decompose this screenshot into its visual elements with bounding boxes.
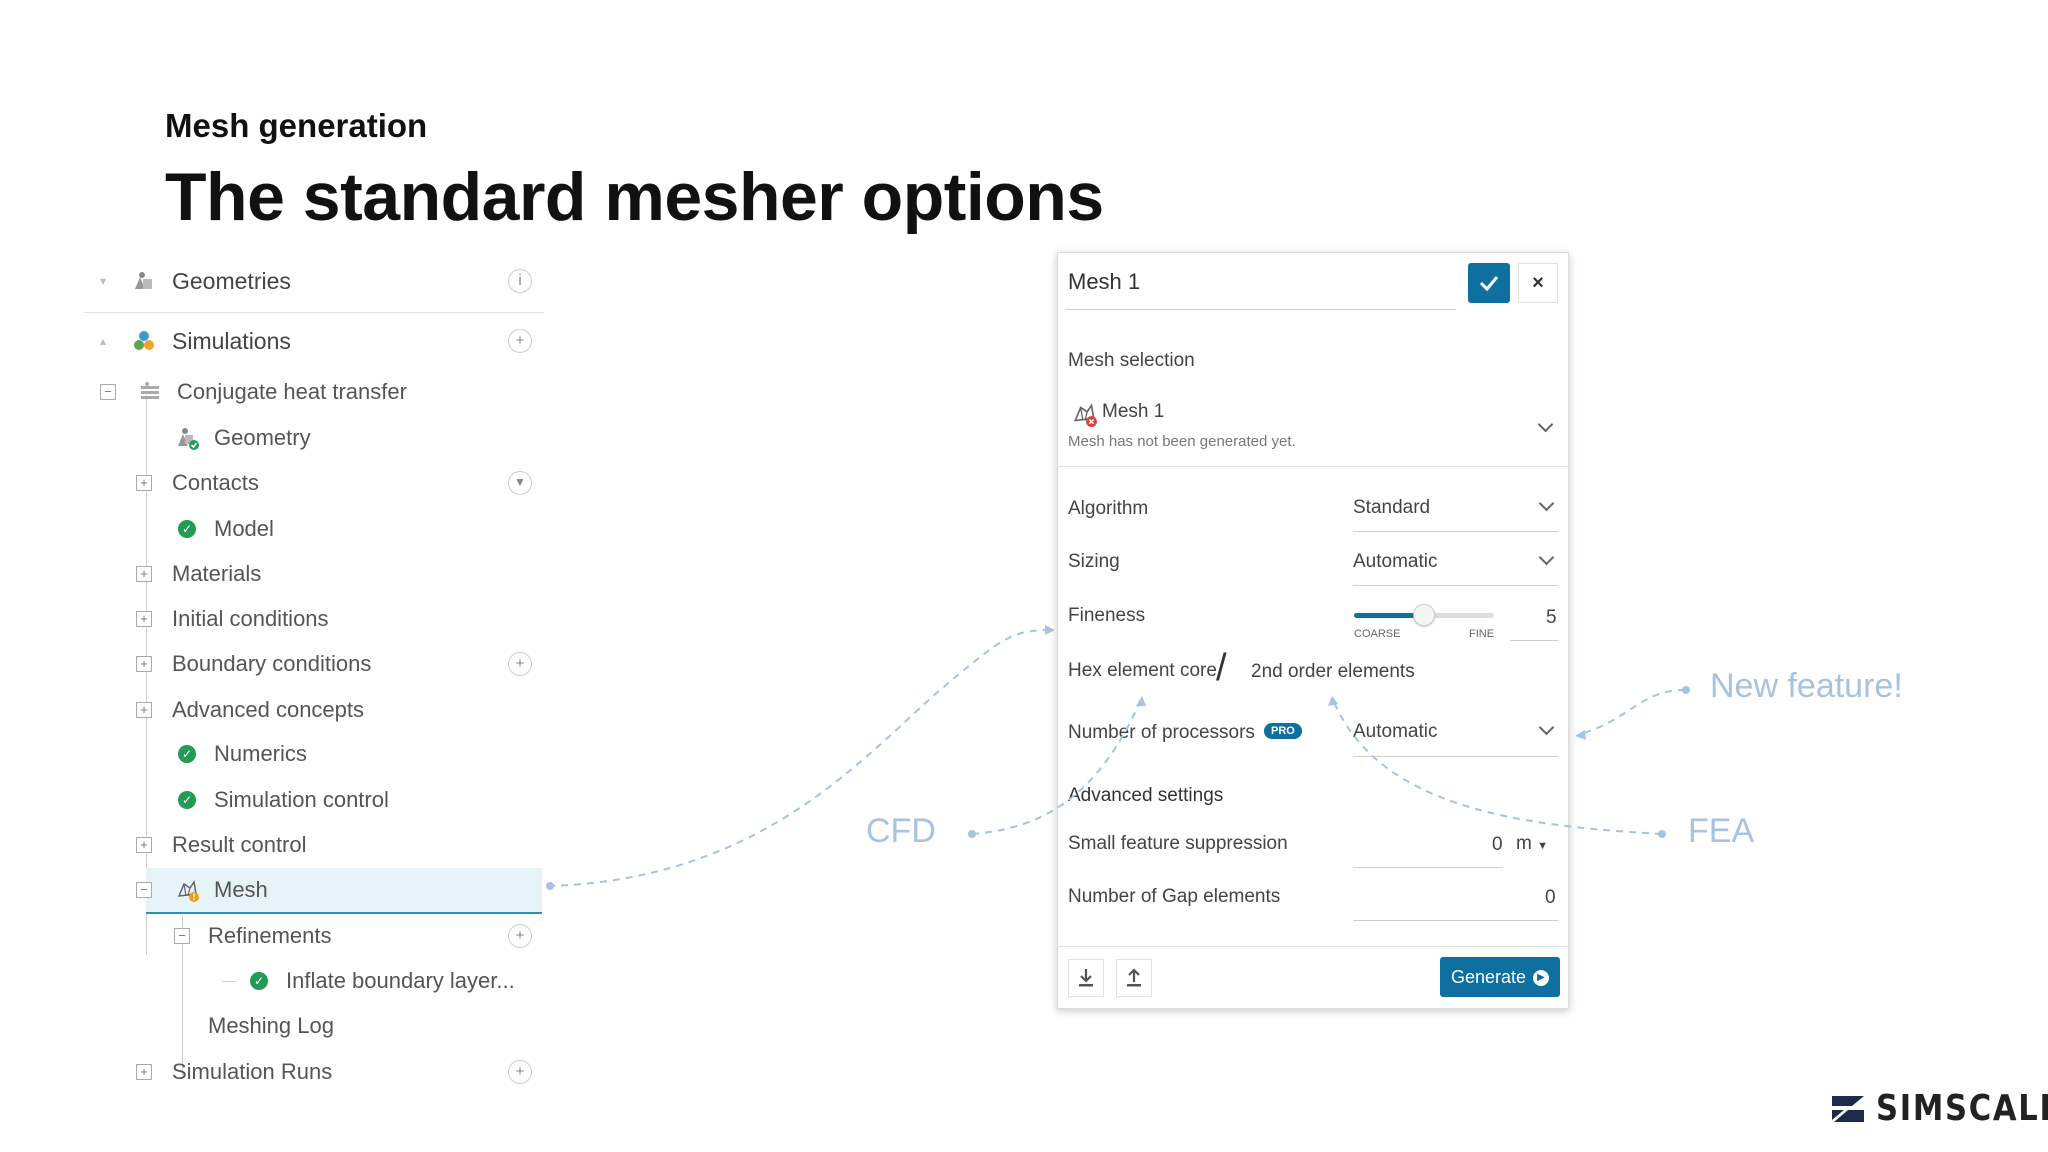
arrow-head <box>1045 625 1055 635</box>
arrow-dot <box>546 882 554 890</box>
new-feature-annotation: New feature! <box>1710 667 1903 705</box>
arrow-head <box>1328 696 1338 706</box>
annotation-arrows <box>546 625 1690 890</box>
cfd-annotation: CFD <box>866 812 936 850</box>
simscale-logo: SIMSCALE <box>1830 1088 2048 1129</box>
simscale-logo-icon <box>1832 1095 1864 1122</box>
fea-annotation: FEA <box>1688 812 1755 850</box>
arrow-head <box>1575 730 1586 740</box>
cfd-arrow <box>971 701 1141 835</box>
arrow-dot <box>1658 830 1666 838</box>
arrow-head <box>1136 696 1146 706</box>
new-feature-arrow <box>1579 689 1686 735</box>
arrow-dot <box>968 830 976 838</box>
simscale-logo-text: SIMSCALE <box>1876 1088 2048 1129</box>
arrow-dot <box>1682 686 1690 694</box>
mesh-to-dialog-arrow <box>547 629 1051 887</box>
fea-arrow <box>1333 701 1663 835</box>
